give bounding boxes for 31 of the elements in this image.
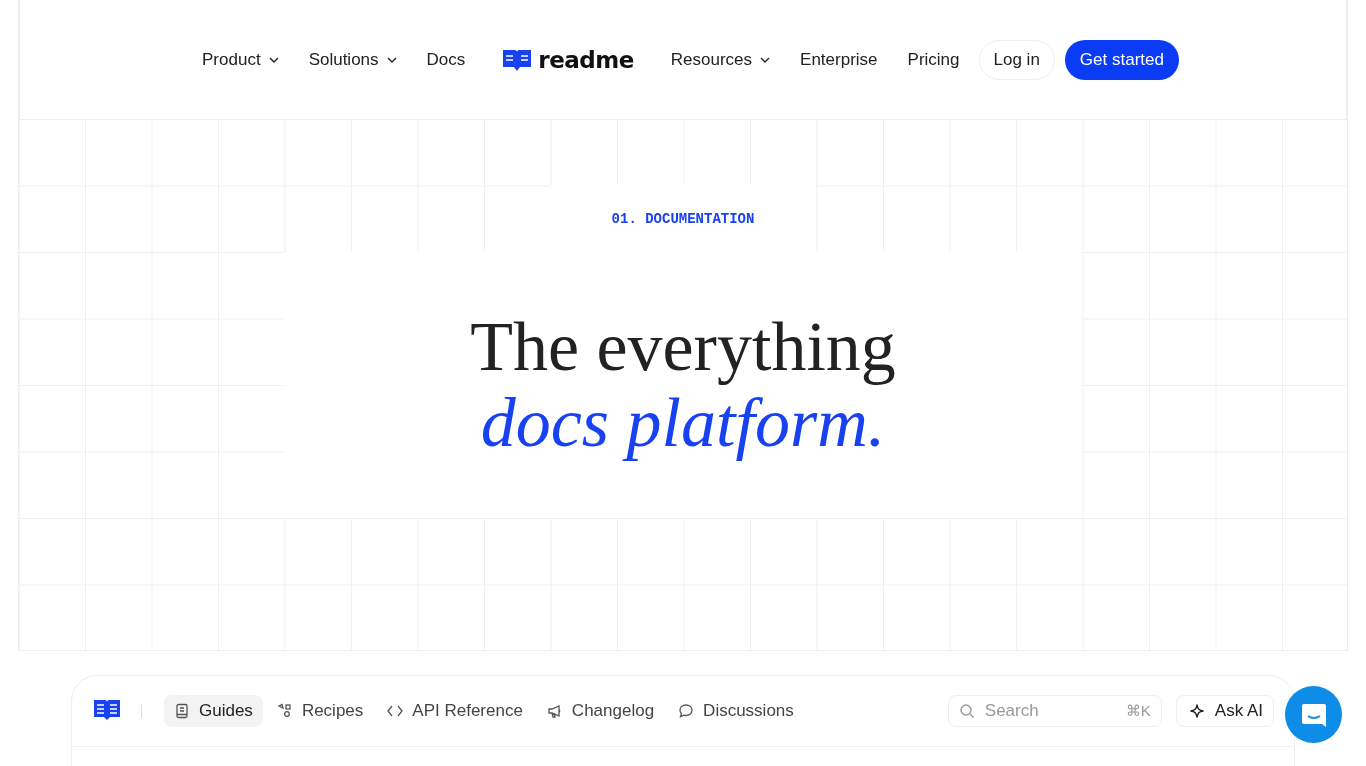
- book-icon: [93, 699, 121, 721]
- keyboard-shortcut: ⌘K: [1125, 702, 1151, 720]
- headline-accent: docs platform.: [480, 385, 886, 461]
- logo[interactable]: readme: [480, 46, 656, 73]
- book-icon: [502, 47, 533, 72]
- get-started-button[interactable]: Get started: [1064, 39, 1179, 80]
- nav-link[interactable]: Enterprise: [785, 49, 893, 70]
- nav-link[interactable]: Resources: [655, 49, 786, 70]
- megaphone-icon: [546, 703, 563, 719]
- nav-link[interactable]: Solutions: [293, 49, 412, 70]
- search-icon: [958, 703, 975, 719]
- nav-link[interactable]: Pricing: [892, 49, 975, 70]
- speech-bubble-icon: [678, 703, 695, 719]
- chat-button[interactable]: [1285, 686, 1342, 743]
- shapes-icon: [276, 703, 293, 719]
- section-label: 01. DOCUMENTATION: [611, 210, 755, 227]
- docs-tab[interactable]: Changelog: [536, 695, 665, 727]
- nav-link[interactable]: Product: [187, 49, 294, 70]
- code-icon: [387, 703, 404, 719]
- docs-tab[interactable]: Discussions: [668, 695, 804, 727]
- caret-icon: [760, 56, 771, 63]
- sparkle-icon: [1188, 703, 1205, 719]
- document-icon: [174, 703, 190, 719]
- caret-icon: [268, 56, 279, 63]
- nav-link[interactable]: Docs: [411, 49, 481, 70]
- headline: The everything: [470, 309, 896, 385]
- docs-tab[interactable]: Recipes: [266, 695, 374, 727]
- ask-ai-button[interactable]: Ask AI: [1175, 695, 1274, 727]
- docs-tab[interactable]: Guides: [164, 695, 263, 727]
- docs-tab[interactable]: API Reference: [377, 695, 533, 727]
- caret-icon: [386, 56, 397, 63]
